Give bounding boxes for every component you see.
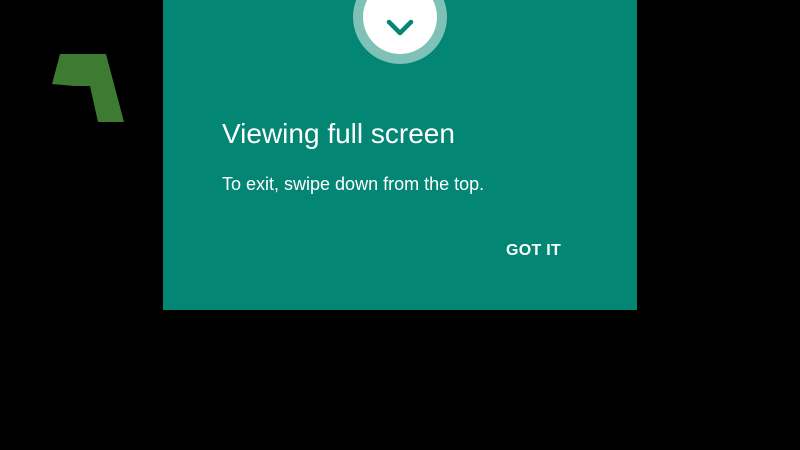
chevron-down-icon xyxy=(386,19,414,36)
dialog-title: Viewing full screen xyxy=(222,118,455,149)
background-logo-icon xyxy=(52,54,124,122)
dialog-message: To exit, swipe down from the top. xyxy=(222,174,485,194)
got-it-button[interactable]: GOT IT xyxy=(494,234,573,268)
screen: Viewing full screen To exit, swipe down … xyxy=(0,0,800,450)
badge-circle xyxy=(363,0,437,54)
